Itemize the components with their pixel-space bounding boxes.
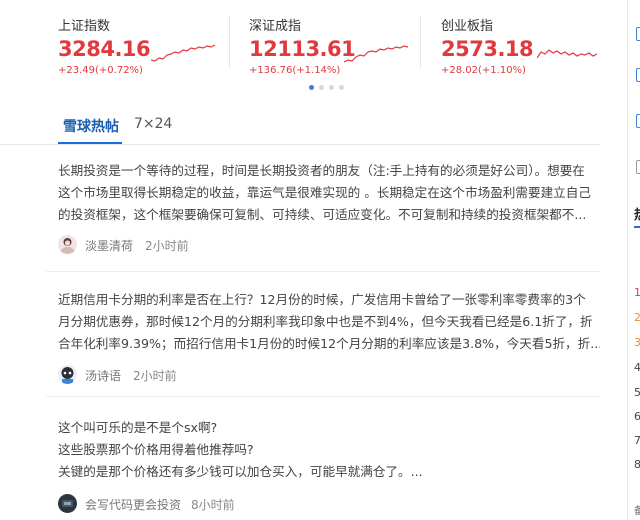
avatar[interactable]	[58, 235, 77, 254]
tab-7x24[interactable]: 7×24	[134, 116, 172, 132]
feed-tabs: 雪球热帖 7×24	[0, 106, 600, 145]
share-icon[interactable]	[636, 114, 640, 128]
post-author: 会写代码更会投资 8小时前	[58, 494, 318, 514]
index-name: 深证成指	[249, 19, 302, 34]
carousel-dot[interactable]	[339, 85, 344, 90]
rank-number: 5	[634, 386, 640, 399]
post-line: 的投资框架，这个框架要确保可复制、可持续、可适应变化。不可复制和持续的投资框架都…	[58, 207, 587, 222]
post-divider	[46, 271, 600, 272]
avatar[interactable]	[58, 365, 77, 384]
index-name: 创业板指	[441, 19, 494, 34]
avatar[interactable]	[58, 494, 77, 513]
post-line: 这些股票那个价格用得着他推荐吗?	[58, 442, 254, 457]
post-line: 关键的是那个价格还有多少钱可以加仓买入，可能早就满仓了。...	[58, 464, 423, 479]
index-value: 2573.18	[441, 37, 534, 61]
post-divider	[46, 396, 600, 397]
post-line: 近期信用卡分期的利率是否在上行？12月份的时候，广发信用卡曾给了一张零利率零费率…	[58, 292, 586, 307]
post-time: 8小时前	[191, 498, 235, 512]
post-line: 月分期优惠券，那时候12个月的分期利率我印象中也是不到4%，但今天我看已经是6.…	[58, 314, 593, 329]
index-card-sse[interactable]: 上证指数 3284.16 +23.49(+0.72%)	[58, 10, 218, 80]
sidebar-heading: 热	[634, 204, 640, 223]
post-time: 2小时前	[133, 369, 177, 383]
index-change: +28.02(+1.10%)	[441, 65, 526, 76]
index-carousel: 上证指数 3284.16 +23.49(+0.72%) 深证成指 12113.6…	[0, 0, 600, 100]
post-text[interactable]: 长期投资是一个等待的过程，时间是长期投资者的朋友（注:手上持有的必须是好公司）。…	[58, 160, 600, 226]
rank-number: 1	[634, 286, 640, 299]
carousel-dot-active[interactable]	[309, 85, 314, 90]
rank-number: 4	[634, 361, 640, 374]
index-sparkline	[151, 44, 215, 62]
document-icon[interactable]	[636, 27, 640, 41]
index-value: 3284.16	[58, 37, 151, 61]
rank-number: 8	[634, 458, 640, 471]
rank-number: 6	[634, 410, 640, 423]
rank-number: 3	[634, 336, 640, 349]
heading-underline	[634, 226, 640, 228]
carousel-dot[interactable]	[319, 85, 324, 90]
carousel-dot[interactable]	[329, 85, 334, 90]
post-line: 这个叫可乐的是不是个sx啊?	[58, 420, 218, 435]
right-sidebar: 热 1 2 3 4 5 6 7 8 备	[628, 0, 640, 520]
post-time: 2小时前	[145, 239, 189, 253]
index-change: +23.49(+0.72%)	[58, 65, 143, 76]
post-text[interactable]: 近期信用卡分期的利率是否在上行？12月份的时候，广发信用卡曾给了一张零利率零费率…	[58, 289, 600, 355]
index-name: 上证指数	[58, 19, 111, 34]
post-author: 淡墨清荷 2小时前	[58, 235, 258, 255]
divider	[229, 16, 230, 68]
rank-number: 7	[634, 434, 640, 447]
index-card-chinext[interactable]: 创业板指 2573.18 +28.02(+1.10%)	[441, 10, 601, 80]
index-change: +136.76(+1.14%)	[249, 65, 341, 76]
rank-number: 2	[634, 311, 640, 324]
main-panel: 上证指数 3284.16 +23.49(+0.72%) 深证成指 12113.6…	[0, 0, 600, 520]
post-item[interactable]: 近期信用卡分期的利率是否在上行？12月份的时候，广发信用卡曾给了一张零利率零费率…	[0, 287, 600, 395]
index-value: 12113.61	[249, 37, 356, 61]
post-item[interactable]: 这个叫可乐的是不是个sx啊? 这些股票那个价格用得着他推荐吗? 关键的是那个价格…	[0, 417, 600, 520]
edit-icon[interactable]	[636, 68, 640, 82]
calendar-icon[interactable]	[636, 160, 640, 174]
sidebar-footer: 备	[634, 506, 640, 517]
index-card-szse[interactable]: 深证成指 12113.61 +136.76(+1.14%)	[249, 10, 419, 80]
post-text[interactable]: 这个叫可乐的是不是个sx啊? 这些股票那个价格用得着他推荐吗? 关键的是那个价格…	[58, 417, 600, 483]
index-sparkline	[344, 45, 408, 63]
post-line: 这个市场里取得长期稳定的收益，靠运气是很难实现的 。长期稳定在这个市场盈利需要建…	[58, 185, 591, 200]
post-line: 合年化利率9.39%；而招行信用卡1月份的时候12个月分期的利率应该是3.8%，…	[58, 336, 600, 351]
author-name[interactable]: 会写代码更会投资	[85, 496, 181, 513]
index-sparkline	[537, 49, 598, 59]
author-name[interactable]: 淡墨清荷	[85, 237, 133, 254]
divider	[420, 16, 421, 68]
post-author: 汤诗语 2小时前	[58, 365, 258, 385]
author-name[interactable]: 汤诗语	[85, 367, 121, 384]
active-tab-indicator	[58, 142, 122, 144]
tab-hot-posts[interactable]: 雪球热帖	[63, 116, 119, 136]
post-item[interactable]: 长期投资是一个等待的过程，时间是长期投资者的朋友（注:手上持有的必须是好公司）。…	[0, 158, 600, 270]
post-line: 长期投资是一个等待的过程，时间是长期投资者的朋友（注:手上持有的必须是好公司）。…	[58, 163, 585, 178]
